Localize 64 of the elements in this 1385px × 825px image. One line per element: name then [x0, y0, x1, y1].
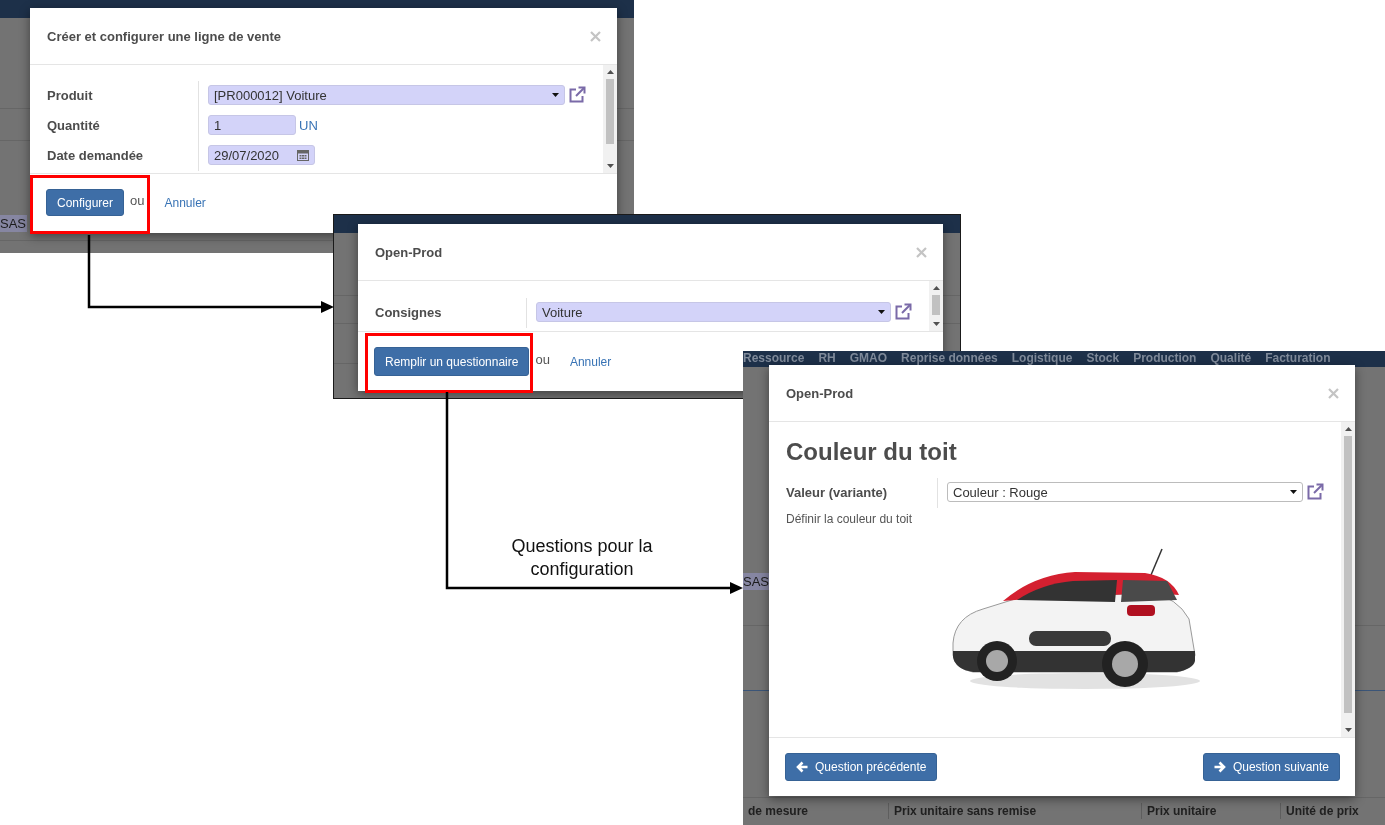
- menu-item[interactable]: Logistique: [1011, 351, 1073, 365]
- unit-link[interactable]: UN: [299, 117, 318, 133]
- or-text: ou: [535, 352, 550, 367]
- arrow-right-icon: [1213, 761, 1226, 773]
- or-text: ou: [130, 193, 145, 208]
- arrow-left-icon: [796, 761, 808, 773]
- input-field: SAS: [0, 215, 27, 232]
- input-field[interactable]: 1: [208, 115, 296, 135]
- scrollbar[interactable]: [929, 281, 943, 331]
- input-field: SAS: [743, 573, 770, 590]
- scroll-thumb[interactable]: [932, 295, 940, 315]
- scrollbar[interactable]: [1341, 422, 1355, 737]
- dropdown-field[interactable]: [PR000012] Voiture: [208, 85, 565, 105]
- dialog-title: Créer et configurer une ligne de vente: [47, 28, 282, 44]
- field-label: Date demandée: [47, 148, 144, 163]
- scrollbar[interactable]: [603, 65, 617, 173]
- column-header: Prix unitaire: [1141, 803, 1280, 819]
- field-label: Produit: [47, 88, 93, 103]
- column-header: Prix unitaire sans remise: [888, 803, 1141, 819]
- external-link-icon[interactable]: [894, 303, 912, 321]
- menu-item[interactable]: Qualité: [1210, 351, 1252, 365]
- scroll-thumb[interactable]: [1344, 436, 1352, 713]
- scroll-down-icon[interactable]: [606, 164, 614, 168]
- menu-item[interactable]: Stock: [1086, 351, 1120, 365]
- external-link-icon[interactable]: [1306, 483, 1324, 501]
- menu-item[interactable]: Facturation: [1265, 351, 1331, 365]
- scroll-down-icon[interactable]: [1344, 728, 1352, 732]
- caret-icon: [878, 310, 885, 314]
- caret-icon: [1290, 490, 1297, 494]
- external-link-icon[interactable]: [568, 86, 586, 104]
- annotation-text: Questions pour la configuration: [510, 535, 654, 581]
- help-text: Définir la couleur du toit: [786, 512, 914, 527]
- menu-item[interactable]: Reprise données: [901, 351, 998, 365]
- close-icon: [590, 30, 601, 42]
- column-header: de mesure: [747, 803, 810, 819]
- scroll-up-icon[interactable]: [606, 70, 614, 74]
- caret-icon: [552, 93, 559, 97]
- primary-button[interactable]: Configurer: [46, 189, 125, 216]
- close-icon: [916, 246, 927, 258]
- dropdown-field[interactable]: Couleur : Rouge: [947, 482, 1303, 502]
- cancel-link[interactable]: Annuler: [164, 195, 206, 210]
- dropdown-field[interactable]: Voiture: [536, 302, 891, 322]
- previous-button[interactable]: Question précédente: [785, 753, 938, 781]
- menu-item[interactable]: RH: [818, 351, 836, 365]
- scroll-up-icon[interactable]: [1344, 427, 1352, 431]
- close-icon: [1328, 387, 1339, 399]
- scroll-thumb[interactable]: [606, 79, 614, 144]
- dialog-title: Open-Prod: [786, 385, 854, 401]
- menu-item[interactable]: Ressource: [743, 351, 805, 365]
- next-button[interactable]: Question suivante: [1202, 753, 1340, 781]
- menu-item[interactable]: Production: [1133, 351, 1197, 365]
- cancel-link[interactable]: Annuler: [569, 354, 612, 369]
- field-label: Quantité: [47, 118, 100, 133]
- calendar-icon: [297, 149, 309, 161]
- menu-item[interactable]: GMAO: [849, 351, 888, 365]
- primary-button[interactable]: Remplir un questionnaire: [374, 347, 530, 376]
- scroll-up-icon[interactable]: [932, 286, 940, 290]
- field-label: Consignes: [375, 305, 442, 320]
- dialog-title: Open-Prod: [375, 244, 443, 260]
- column-header: Unité de prix: [1280, 803, 1385, 819]
- date-field[interactable]: 29/07/2020: [208, 145, 315, 165]
- field-label: Valeur (variante): [786, 485, 888, 500]
- scroll-down-icon[interactable]: [932, 322, 940, 326]
- question-heading: Couleur du toit: [786, 438, 958, 466]
